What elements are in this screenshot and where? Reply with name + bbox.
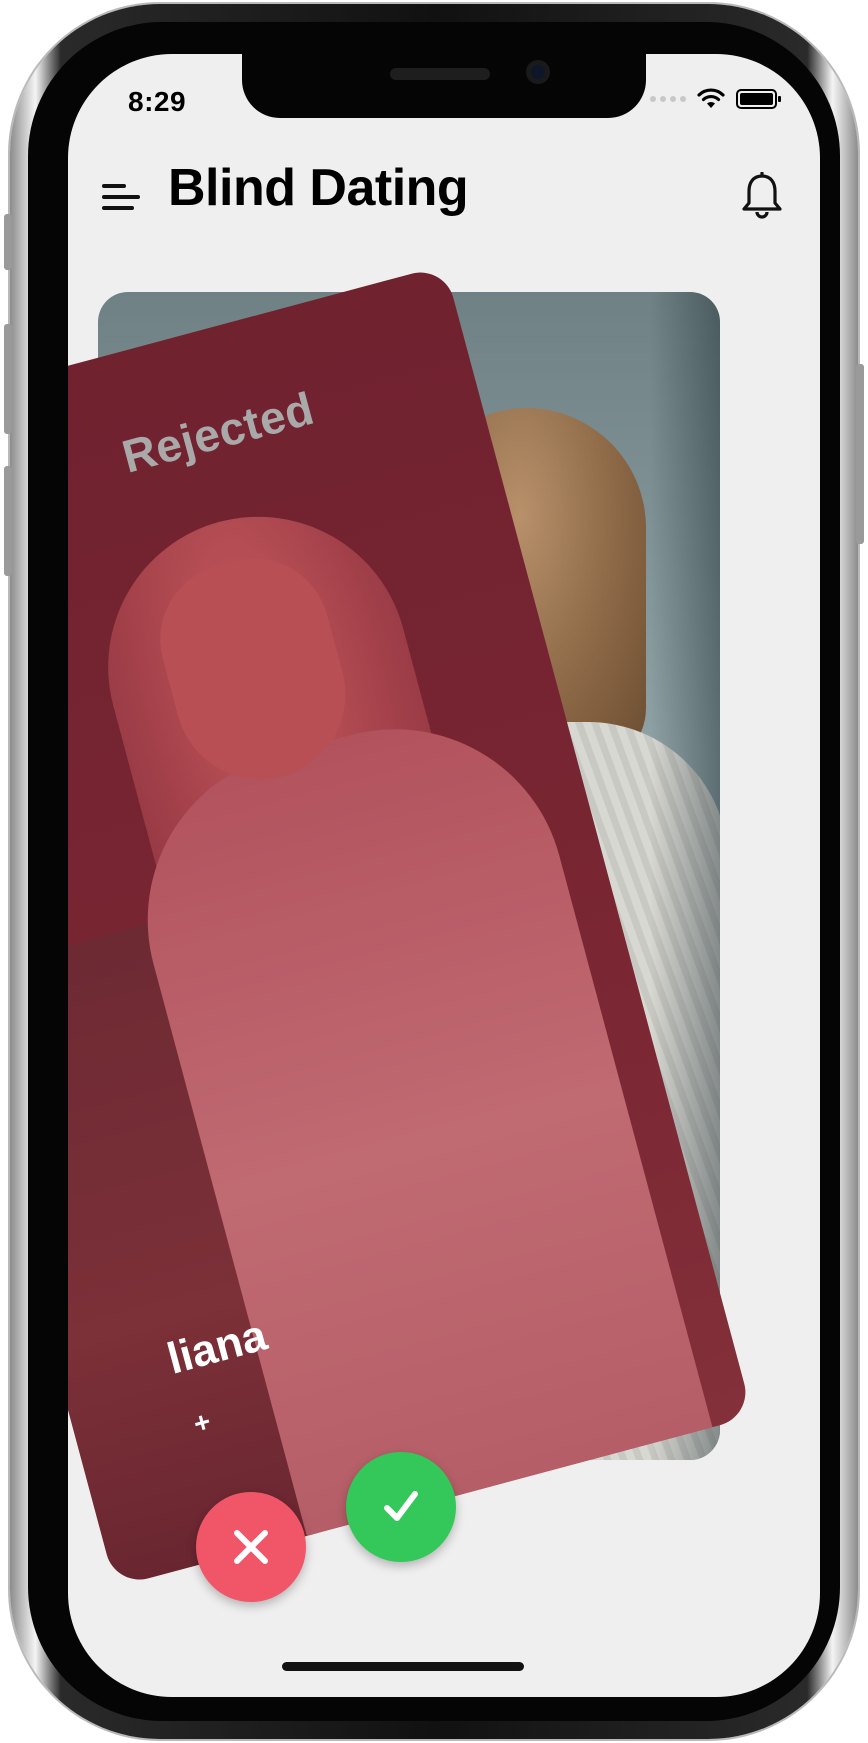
home-indicator[interactable]: [282, 1662, 524, 1671]
reject-button[interactable]: [196, 1492, 306, 1602]
volume-down-button: [4, 466, 12, 576]
phone-frame: 8:29 Blind Dating Rejected liana +: [4, 4, 864, 1739]
notch: [242, 54, 646, 118]
volume-up-button: [4, 324, 12, 434]
cellular-signal-icon: [650, 96, 686, 102]
page-title: Blind Dating: [168, 159, 469, 217]
app-screen: 8:29 Blind Dating Rejected liana +: [68, 54, 820, 1697]
wifi-icon: [697, 88, 725, 108]
accept-button[interactable]: [346, 1452, 456, 1562]
power-button: [856, 364, 864, 544]
status-time: 8:29: [128, 86, 187, 117]
status-icons: [650, 88, 782, 110]
mute-switch: [4, 214, 12, 270]
bell-icon[interactable]: [740, 172, 784, 220]
battery-icon: [736, 89, 781, 109]
rejected-stamp: Rejected: [116, 381, 320, 483]
speaker-grille: [390, 68, 490, 80]
front-camera: [526, 60, 550, 84]
close-icon: [234, 1530, 268, 1564]
menu-icon[interactable]: [102, 182, 142, 214]
checkmark-icon: [384, 1491, 418, 1521]
